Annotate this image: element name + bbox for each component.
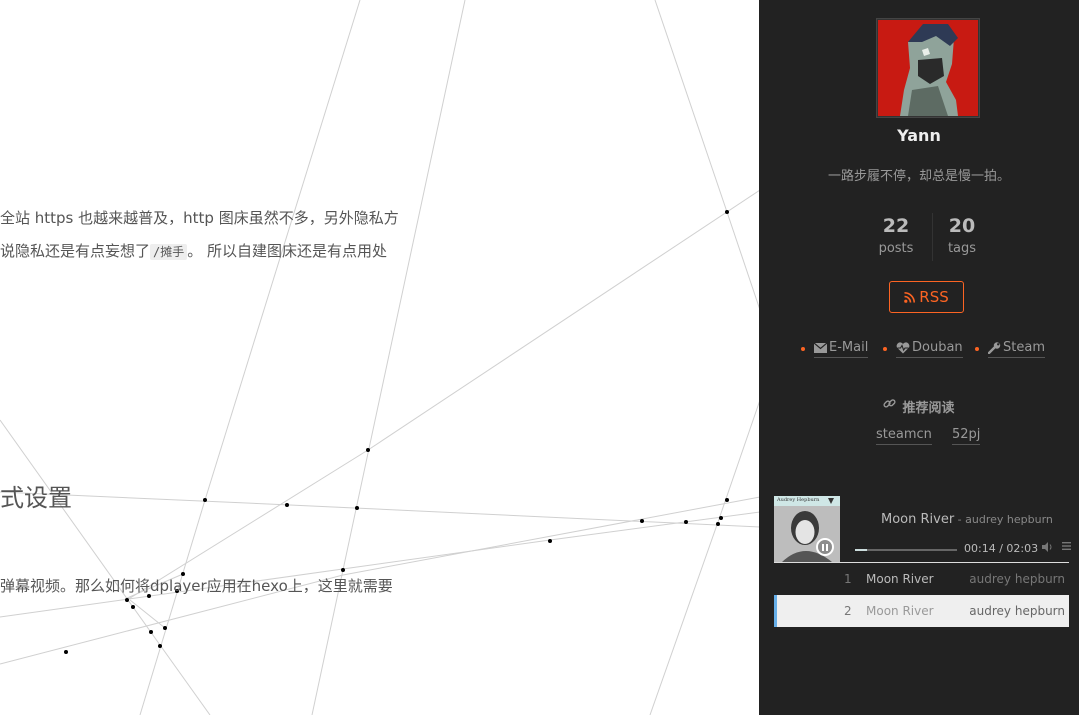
social-label: Douban — [912, 340, 963, 355]
inline-code: /摊手 — [150, 244, 188, 260]
time-separator: / — [995, 542, 1007, 555]
progress-bar[interactable] — [855, 549, 957, 551]
recommend-title-label: 推荐阅读 — [902, 401, 955, 416]
rss-label: RSS — [919, 288, 949, 306]
volume-icon[interactable] — [1042, 542, 1053, 552]
time-display: 00:14 / 02:03 — [964, 542, 1038, 555]
playlist-artist: audrey hepburn — [969, 572, 1065, 586]
posts-label: posts — [878, 241, 914, 256]
link-icon — [883, 399, 897, 408]
social-link[interactable]: E-Mail — [814, 340, 869, 358]
player-info: Moon River - audrey hepburn 00:14 / 02:0… — [840, 496, 1071, 562]
social-link-email[interactable]: E-Mail — [801, 340, 869, 358]
album-cover[interactable]: Audrey Hepburn — [774, 496, 840, 562]
cover-caption: Audrey Hepburn — [777, 497, 820, 503]
song-artist: audrey hepburn — [965, 513, 1053, 526]
posts-stat[interactable]: 22 posts — [866, 215, 926, 256]
playlist-index: 2 — [844, 604, 852, 618]
post-content: 全站 https 也越来越普及，http 图床虽然不多，另外隐私方 说隐私还是有… — [0, 0, 760, 715]
envelope-icon — [814, 342, 827, 353]
current-time: 00:14 — [964, 542, 996, 555]
social-label: E-Mail — [829, 340, 869, 355]
playlist-title: Moon River — [866, 572, 934, 586]
posts-count: 22 — [882, 215, 910, 237]
post-paragraph-line: 说隐私还是有点妄想了/摊手。 所以自建图床还是有点用处 — [0, 241, 387, 262]
duration: 02:03 — [1006, 542, 1039, 555]
recommend-link-steamcn[interactable]: steamcn — [876, 427, 932, 445]
now-playing-title: Moon River - audrey hepburn — [881, 512, 1053, 527]
playlist-item[interactable]: 1 Moon River audrey hepburn — [774, 563, 1069, 595]
author-motto: 一路步履不停，却总是慢一拍。 — [827, 169, 1010, 184]
paragraph-text: 。 所以自建图床还是有点用处 — [187, 242, 388, 260]
tags-count: 20 — [948, 215, 976, 237]
bullet-dot — [801, 347, 805, 351]
social-link-douban[interactable]: Douban — [883, 340, 963, 358]
social-link[interactable]: Steam — [988, 340, 1045, 358]
progress-fill — [855, 549, 867, 551]
tags-stat[interactable]: 20 tags — [932, 215, 992, 256]
playlist-item-active[interactable]: 2 Moon River audrey hepburn — [774, 595, 1069, 627]
playlist-menu-icon[interactable] — [1062, 541, 1071, 551]
playlist-index: 1 — [844, 572, 852, 586]
wrench-icon — [988, 341, 1001, 354]
song-artist-separator: - — [954, 513, 966, 526]
pause-button[interactable] — [816, 538, 834, 556]
playlist-title: Moon River — [866, 604, 934, 618]
paragraph-text: 说隐私还是有点妄想了 — [0, 242, 151, 260]
playlist-artist: audrey hepburn — [969, 604, 1065, 618]
author-name: Yann — [897, 126, 941, 145]
social-link[interactable]: Douban — [896, 340, 963, 358]
bullet-dot — [883, 347, 887, 351]
recommend-link-52pj[interactable]: 52pj — [952, 427, 981, 445]
avatar-image — [878, 20, 978, 116]
social-link-steam[interactable]: Steam — [975, 340, 1045, 358]
recommend-title: 推荐阅读 — [759, 397, 1079, 416]
music-player: Audrey Hepburn Moon River - audrey hepbu… — [774, 496, 1071, 627]
avatar — [876, 18, 980, 118]
post-paragraph-line: 弹幕视频。那么如何将dplayer应用在hexo上，这里就需要 — [0, 577, 393, 595]
post-paragraph-line: 全站 https 也越来越普及，http 图床虽然不多，另外隐私方 — [0, 209, 399, 227]
social-label: Steam — [1003, 340, 1045, 355]
bullet-dot — [975, 347, 979, 351]
section-heading: 式设置 — [0, 484, 72, 512]
rss-icon — [904, 291, 916, 303]
heartbeat-icon — [896, 341, 910, 353]
rss-button[interactable]: RSS — [889, 281, 964, 313]
sidebar: Yann 一路步履不停，却总是慢一拍。 22 posts 20 tags RSS… — [759, 0, 1079, 715]
song-title: Moon River — [881, 512, 955, 527]
tags-label: tags — [947, 241, 977, 256]
